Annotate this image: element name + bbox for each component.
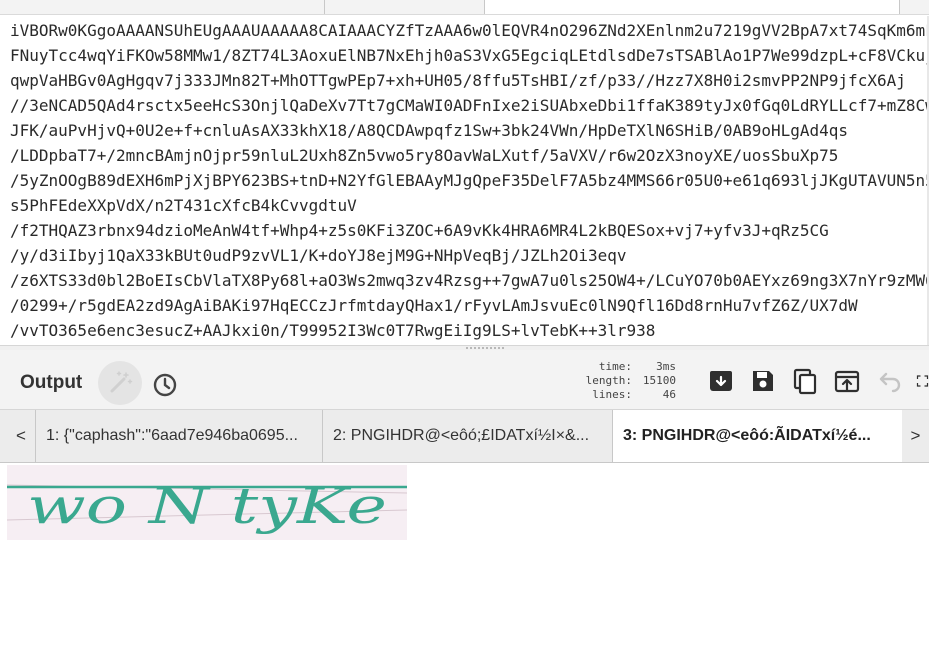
input-line: iVBORw0KGgoAAAANSUhEUgAAAUAAAAA8CAIAAACY… <box>10 21 929 40</box>
input-tab-strip <box>0 0 929 15</box>
history-clock-icon <box>153 373 177 397</box>
input-line: /f2THQAZ3rbnx94dzioMeAnW4tf+Whp4+z5s0KFi… <box>10 221 829 240</box>
input-line: FNuyTcc4wqYiFKOw58MMw1/8ZT74L3AoxuElNB7N… <box>10 46 929 65</box>
undo-button[interactable] <box>874 366 904 396</box>
replace-input-button[interactable] <box>832 366 862 396</box>
save-icon <box>753 371 773 391</box>
input-line: //3eNCAD5QAd4rsctx5eeHcS3OnjlQaDeXv7Tt7g… <box>10 96 929 115</box>
tabs-next-button[interactable]: > <box>902 410 929 462</box>
magic-wand-button[interactable] <box>98 361 142 405</box>
resize-grip[interactable] <box>466 347 504 349</box>
replace-input-icon <box>834 370 860 393</box>
output-tab[interactable]: 2: PNGIHDR@<eôó;£IDATxí½I×&... <box>322 410 612 462</box>
magic-wand-icon <box>110 371 133 393</box>
input-line: /y/d3iIbyj1QaX33kBUt0udP9zvVL1/K+doYJ8ej… <box>10 246 627 265</box>
stat-time-label: time: <box>598 360 632 373</box>
tabs-prev-button[interactable]: < <box>6 410 36 462</box>
input-line: JFK/auPvHjvQ+0U2e+f+cnluAsAX33khX18/A8QC… <box>10 121 849 140</box>
save-to-file-icon <box>710 371 732 391</box>
stat-length-label: length: <box>585 374 632 387</box>
input-line: /vvTO365e6enc3esucZ+AAJkxi0n/T99952I3Wc0… <box>10 321 656 340</box>
undo-icon <box>879 372 901 393</box>
output-area: wo N tyKe <box>0 463 929 645</box>
history-button[interactable] <box>148 368 182 402</box>
output-tab[interactable]: 1: {"caphash":"6aad7e946ba0695... <box>35 410 322 462</box>
copy-button[interactable] <box>790 366 820 396</box>
stat-lines-label: lines: <box>592 388 632 401</box>
input-tab[interactable] <box>325 0 485 14</box>
captcha-image: wo N tyKe <box>7 465 407 540</box>
input-line: /z6XTS33d0bl2BoEIsCbVlaTX8Py68l+aO3Ws2mw… <box>10 271 929 290</box>
output-toolbar: Output time: 3ms length: 15100 lines: 46 <box>0 350 929 410</box>
input-line: /5yZnOOgB89dEXH6mPjXjBPY623BS+tnD+N2YfGl… <box>10 171 929 190</box>
output-tabs-bar: < 1: {"caphash":"6aad7e946ba0695... 2: P… <box>0 410 929 463</box>
maximize-icon <box>916 375 929 387</box>
output-tab[interactable]: 3: PNGIHDR@<eôó:ÃIDATxí½é... <box>612 410 902 462</box>
stat-time-value: 3ms <box>656 360 676 373</box>
svg-text:wo N tyKe: wo N tyKe <box>27 477 387 535</box>
maximize-button[interactable] <box>916 366 929 396</box>
input-line: /LDDpbaT7+/2mncBAmjnOjpr59nluL2Uxh8Zn5vw… <box>10 146 839 165</box>
input-line: qwpVaHBGv0AgHgqv7j333JMn82T+MhOTTgwPEp7+… <box>10 71 906 90</box>
output-title: Output <box>20 372 83 393</box>
input-tab[interactable] <box>0 0 325 14</box>
output-stats: time: 3ms length: 15100 lines: 46 <box>580 360 676 402</box>
input-line: /0299+/r5gdEA2zd9AgAiBAKi97HqECCzJrfmtda… <box>10 296 858 315</box>
save-to-file-button[interactable] <box>706 366 736 396</box>
input-textarea[interactable]: iVBORw0KGgoAAAANSUhEUgAAAUAAAAA8CAIAAACY… <box>0 16 929 346</box>
input-tab-active[interactable] <box>485 0 900 14</box>
save-button[interactable] <box>748 366 778 396</box>
stat-length-value: 15100 <box>642 374 676 387</box>
input-line: s5PhFEdeXXpVdX/n2T431cXfcB4kCvvgdtuV <box>10 196 357 215</box>
stat-lines-value: 46 <box>662 388 676 401</box>
copy-icon <box>793 368 817 395</box>
